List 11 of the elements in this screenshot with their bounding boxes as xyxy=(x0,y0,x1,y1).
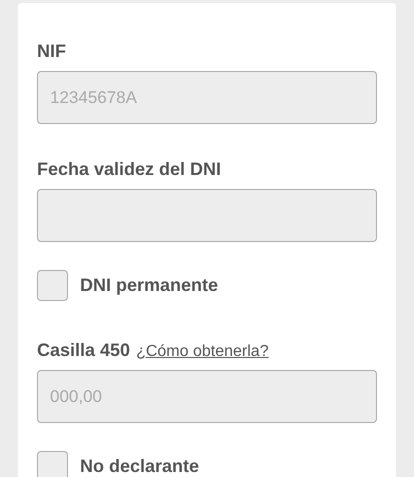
input-field[interactable]: 12345678A xyxy=(37,71,377,124)
checkbox[interactable] xyxy=(37,451,68,477)
checkbox[interactable] xyxy=(37,270,68,301)
checkbox-label: No declarante xyxy=(80,455,200,477)
field-label: NIF xyxy=(37,40,66,63)
field-label: Casilla 450 xyxy=(37,339,130,362)
help-link[interactable]: ¿Cómo obtenerla? xyxy=(136,340,269,364)
input-field[interactable]: 000,00 xyxy=(37,370,377,423)
field-label: Fecha validez del DNI xyxy=(37,158,222,181)
input-field[interactable] xyxy=(37,189,377,242)
checkbox-label: DNI permanente xyxy=(80,274,218,297)
